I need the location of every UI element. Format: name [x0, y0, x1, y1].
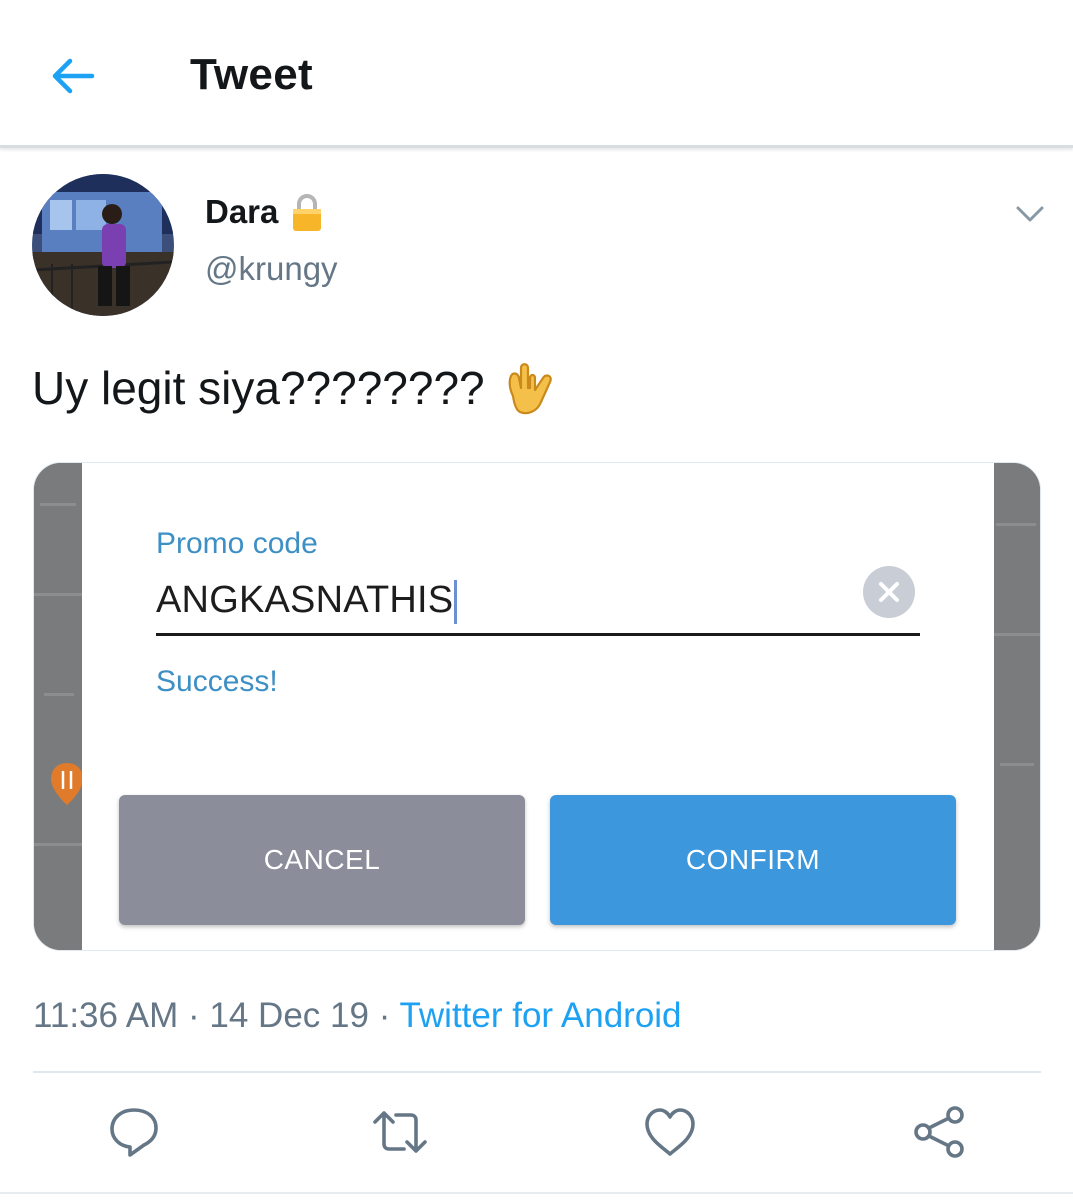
avatar-photo: [32, 174, 174, 316]
retweet-icon: [373, 1111, 427, 1153]
meta-separator: ·: [378, 996, 391, 1035]
back-button[interactable]: [44, 48, 100, 104]
love-you-gesture-emoji: [499, 358, 559, 418]
clear-circle-icon: [863, 566, 915, 618]
author-name-row[interactable]: Dara: [205, 192, 324, 232]
author-name: Dara: [205, 193, 279, 230]
clear-button[interactable]: [862, 565, 916, 619]
text-cursor: [454, 579, 458, 624]
arrow-left-icon: [52, 58, 95, 94]
promo-code-value: ANGKASNATHIS: [156, 579, 454, 621]
cancel-button[interactable]: CANCEL: [119, 795, 525, 925]
tweet-source-link[interactable]: Twitter for Android: [399, 996, 681, 1035]
map-edge-right: [992, 463, 1040, 950]
map-edge-left: [34, 463, 83, 950]
reply-button[interactable]: [106, 1104, 162, 1160]
author-handle: @krungy: [205, 250, 338, 287]
tweet-meta: 11:36 AM · 14 Dec 19 · Twitter for Andro…: [33, 996, 682, 1036]
restaurant-pin-icon: [48, 761, 86, 807]
tweet-date: 14 Dec 19: [209, 996, 369, 1035]
lock-icon: [290, 192, 324, 232]
bottom-divider: [0, 1192, 1073, 1194]
promo-dialog: Promo code ANGKASNATHIS Success! CANCEL …: [82, 463, 994, 950]
confirm-button[interactable]: CONFIRM: [550, 795, 956, 925]
divider: [33, 1071, 1041, 1073]
share-icon: [914, 1106, 964, 1158]
reply-icon: [110, 1108, 158, 1157]
status-message: Success!: [156, 665, 278, 698]
tweet-time: 11:36 AM: [33, 996, 179, 1035]
page-title: Tweet: [190, 50, 313, 99]
tweet-body: Uy legit siya????????: [32, 362, 485, 414]
avatar[interactable]: [32, 174, 174, 316]
tweet-media[interactable]: Promo code ANGKASNATHIS Success! CANCEL …: [33, 462, 1041, 951]
like-button[interactable]: [642, 1104, 698, 1160]
promo-field-underline: [156, 633, 920, 636]
like-icon: [645, 1108, 695, 1156]
chevron-down-icon: [1016, 206, 1044, 222]
meta-separator: ·: [188, 996, 200, 1035]
retweet-button[interactable]: [372, 1104, 428, 1160]
tweet-menu-button[interactable]: [1012, 196, 1048, 232]
promo-code-field[interactable]: ANGKASNATHIS: [156, 579, 458, 624]
tweet-text: Uy legit siya????????: [32, 358, 559, 418]
promo-code-label: Promo code: [156, 527, 318, 560]
share-button[interactable]: [911, 1104, 967, 1160]
top-app-bar: Tweet: [0, 0, 1073, 148]
